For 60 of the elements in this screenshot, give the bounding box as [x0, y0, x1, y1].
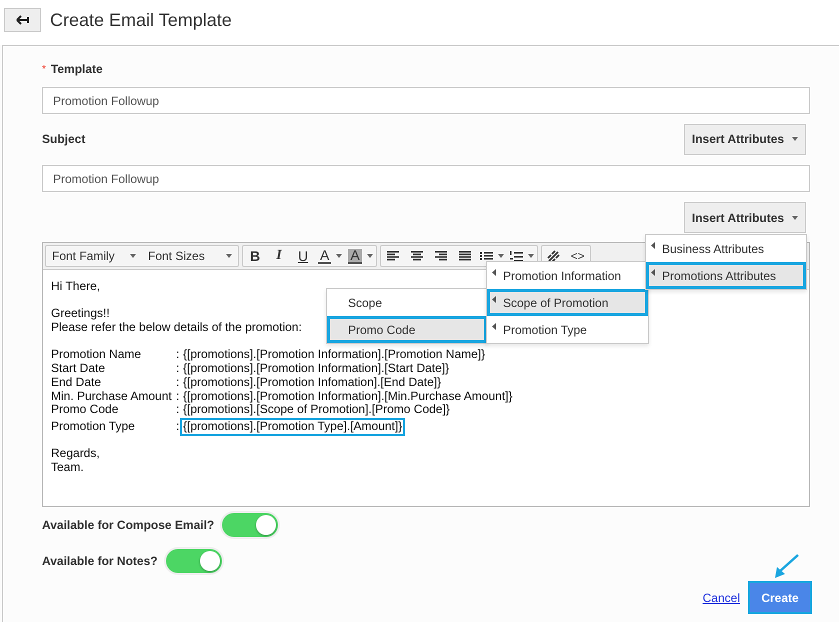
- attribute-placeholder: {[promotions].[Promotion Information].[Promotion Name]}: [182, 348, 486, 362]
- font-dropdown[interactable]: Font Family: [46, 246, 142, 266]
- attribute-placeholder: {[promotions].[Scope of Promotion].[Promo Code]}: [182, 403, 450, 417]
- insert-attributes-button[interactable]: Insert Attributes: [684, 124, 806, 154]
- menu-item[interactable]: Promotions Attributes: [646, 262, 806, 289]
- separator-colon: :: [176, 376, 180, 390]
- background-color-button[interactable]: A: [345, 246, 376, 266]
- underline-button[interactable]: U: [291, 246, 315, 266]
- email-text-line: Team.: [51, 461, 84, 475]
- menu-item[interactable]: Promo Code: [327, 316, 487, 343]
- page-title: Create Email Template: [50, 10, 232, 30]
- menu-item[interactable]: Business Attributes: [646, 235, 806, 262]
- email-text-line: Regards,: [51, 447, 100, 462]
- create-button[interactable]: Create: [748, 581, 812, 614]
- toggle-label: Available for Notes?: [42, 554, 158, 568]
- attribute-placeholder: {[promotions].[Promotion Infomation].[End Date]}: [182, 376, 442, 390]
- cancel-link[interactable]: Cancel: [702, 590, 740, 604]
- email-field-label: Promotion Name: [51, 348, 142, 362]
- separator-colon: :: [176, 348, 180, 362]
- email-field-label: Promotion Type: [51, 420, 136, 434]
- numbered-list-icon: [510, 250, 523, 262]
- email-text-line: Greetings!!: [51, 307, 110, 322]
- link-icon: [547, 250, 560, 262]
- separator-colon: :: [176, 390, 180, 404]
- email-field-label: Promo Code: [51, 403, 120, 417]
- field-label: Template: [50, 62, 103, 76]
- back-button[interactable]: [4, 8, 41, 32]
- template-input[interactable]: Promotion Followup: [42, 87, 810, 114]
- font-dropdown[interactable]: Font Sizes: [142, 246, 238, 266]
- email-field-label: Start Date: [51, 362, 106, 376]
- attribute-placeholder: {[promotions].[Promotion Information].[Min.Purchase Amount]}: [182, 390, 514, 404]
- bold-button[interactable]: B: [243, 246, 267, 266]
- text-color-button[interactable]: A: [315, 246, 346, 266]
- pointer-arrow-icon: [774, 553, 800, 579]
- menu-item[interactable]: Scope of Promotion: [487, 289, 648, 316]
- required-asterisk: *: [42, 64, 46, 74]
- toggle-label: Available for Compose Email?: [42, 518, 214, 532]
- email-field-label: Min. Purchase Amount: [51, 390, 173, 404]
- attribute-placeholder: {[promotions].[Promotion Type].[Amount]}: [182, 420, 404, 434]
- email-text-line: Hi There,: [51, 280, 100, 294]
- separator-colon: :: [176, 420, 180, 434]
- align-left-icon: [386, 251, 399, 261]
- field-label: Subject: [42, 132, 86, 146]
- back-arrow-icon: [16, 15, 30, 25]
- justify-icon: [458, 251, 471, 261]
- attribute-placeholder: {[promotions].[Promotion Information].[Start Date]}: [182, 362, 450, 376]
- italic-button[interactable]: I: [267, 246, 291, 266]
- email-field-label: End Date: [51, 376, 102, 390]
- align-right-icon: [434, 251, 447, 261]
- menu-item[interactable]: Scope: [327, 289, 487, 316]
- bullet-list-icon: [480, 251, 493, 261]
- insert-attributes-button[interactable]: Insert Attributes: [684, 202, 806, 233]
- toggle-switch[interactable]: [222, 513, 278, 537]
- subject-input[interactable]: Promotion Followup: [42, 165, 810, 192]
- align-center-icon: [410, 251, 423, 261]
- separator-colon: :: [176, 362, 180, 376]
- toggle-switch[interactable]: [166, 549, 222, 573]
- menu-item[interactable]: Promotion Type: [487, 316, 648, 343]
- email-text-line: Please refer the below details of the promotion:: [51, 321, 302, 335]
- separator-colon: :: [176, 403, 180, 417]
